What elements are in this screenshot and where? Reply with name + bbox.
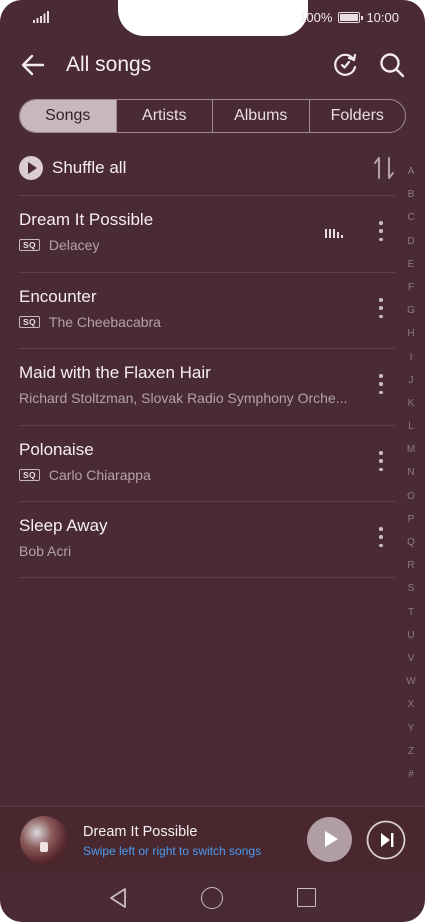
arrow-left-icon[interactable] [18,50,48,80]
alphabet-letter[interactable]: K [400,392,422,415]
play-circle-icon [19,156,43,180]
status-indicators: 100% 10:00 [299,10,399,25]
shuffle-all-label: Shuffle all [52,158,127,177]
camera-notch [118,0,308,36]
song-title: Encounter [19,287,97,306]
alphabet-letter[interactable]: W [400,670,422,693]
alphabet-letter[interactable]: B [400,183,422,206]
sq-badge: SQ [19,239,40,251]
alphabet-letter[interactable]: L [400,415,422,438]
alphabet-letter[interactable]: V [400,647,422,670]
song-artist: Delacey [48,237,100,253]
alphabet-letter[interactable]: I [400,346,422,369]
more-options-icon[interactable] [371,218,391,244]
song-subtitle: Richard Stoltzman, Slovak Radio Symphony… [19,390,347,406]
song-item[interactable]: Sleep Away Bob Acri [19,502,396,578]
song-subtitle: Bob Acri [19,543,71,559]
alphabet-letter[interactable]: Y [400,717,422,740]
nav-recents-icon[interactable] [297,888,316,907]
song-item[interactable]: Maid with the Flaxen Hair Richard Stoltz… [19,349,396,425]
alphabet-letter[interactable]: F [400,276,422,299]
category-tabs: Songs Artists Albums Folders [19,99,406,133]
more-options-icon[interactable] [371,295,391,321]
song-title: Sleep Away [19,516,108,535]
song-subtitle: SQ Delacey [19,237,99,253]
song-title: Maid with the Flaxen Hair [19,363,211,382]
status-bar: 100% 10:00 [0,0,425,36]
alphabet-letter[interactable]: Q [400,531,422,554]
song-artist: Richard Stoltzman, Slovak Radio Symphony… [19,390,348,406]
now-playing-bar[interactable]: Dream It Possible Swipe left or right to… [0,806,425,872]
more-options-icon[interactable] [371,524,391,550]
alphabet-letter[interactable]: A [400,160,422,183]
nav-back-icon[interactable] [108,887,128,909]
alphabet-letter[interactable]: E [400,253,422,276]
alphabet-letter[interactable]: P [400,508,422,531]
app-bar: All songs [0,42,425,88]
alphabet-letter[interactable]: S [400,577,422,600]
tab-songs[interactable]: Songs [20,100,116,132]
phone-screen: 100% 10:00 All songs Songs Artists Album… [0,0,425,922]
tab-folders[interactable]: Folders [308,100,406,132]
tab-artists[interactable]: Artists [115,100,213,132]
song-artist: The Cheebacabra [48,314,161,330]
divider [19,577,396,578]
alphabet-letter[interactable]: N [400,461,422,484]
sq-badge: SQ [19,316,40,328]
alphabet-letter[interactable]: H [400,322,422,345]
signal-icon [33,11,49,23]
song-title: Dream It Possible [19,210,154,229]
song-subtitle: SQ Carlo Chiarappa [19,467,151,483]
tab-albums[interactable]: Albums [212,100,309,132]
sort-icon[interactable] [372,155,396,181]
album-art[interactable] [20,816,68,864]
song-title: Polonaise [19,440,94,459]
alphabet-letter[interactable]: M [400,438,422,461]
song-item[interactable]: Dream It Possible SQ Delacey [19,196,396,272]
alphabet-letter[interactable]: R [400,554,422,577]
search-icon[interactable] [377,50,407,80]
alphabet-letter[interactable]: # [400,763,422,786]
alphabet-letter[interactable]: D [400,230,422,253]
battery-fill [340,14,359,21]
swipe-hint: Swipe left or right to switch songs [83,844,262,858]
system-nav-bar [0,874,425,922]
alphabet-letter[interactable]: U [400,624,422,647]
page-title: All songs [66,53,152,76]
play-icon[interactable] [307,817,352,862]
song-artist: Carlo Chiarappa [48,467,151,483]
nav-home-icon[interactable] [201,887,223,909]
alphabet-letter[interactable]: X [400,693,422,716]
song-item[interactable]: Polonaise SQ Carlo Chiarappa [19,426,396,502]
alphabet-letter[interactable]: O [400,485,422,508]
more-options-icon[interactable] [371,371,391,397]
alphabet-letter[interactable]: J [400,369,422,392]
battery-percent: 100% [299,10,333,25]
song-item[interactable]: Encounter SQ The Cheebacabra [19,273,396,349]
alphabet-letter[interactable]: T [400,601,422,624]
song-subtitle: SQ The Cheebacabra [19,314,161,330]
shuffle-all-row[interactable]: Shuffle all [19,153,396,185]
battery-icon [338,12,364,23]
more-options-icon[interactable] [371,448,391,474]
alphabet-letter[interactable]: G [400,299,422,322]
now-playing-title: Dream It Possible [83,824,198,840]
refresh-icon[interactable] [330,50,360,80]
clock: 10:00 [366,10,399,25]
alphabet-index[interactable]: A B C D E F G H I J K L M N O P Q R S T U V W X Y Z # [400,160,422,786]
song-artist: Bob Acri [19,543,72,559]
skip-next-icon[interactable] [366,820,406,860]
sq-badge: SQ [19,469,40,481]
alphabet-letter[interactable]: Z [400,740,422,763]
alphabet-letter[interactable]: C [400,206,422,229]
now-playing-icon [325,226,345,238]
